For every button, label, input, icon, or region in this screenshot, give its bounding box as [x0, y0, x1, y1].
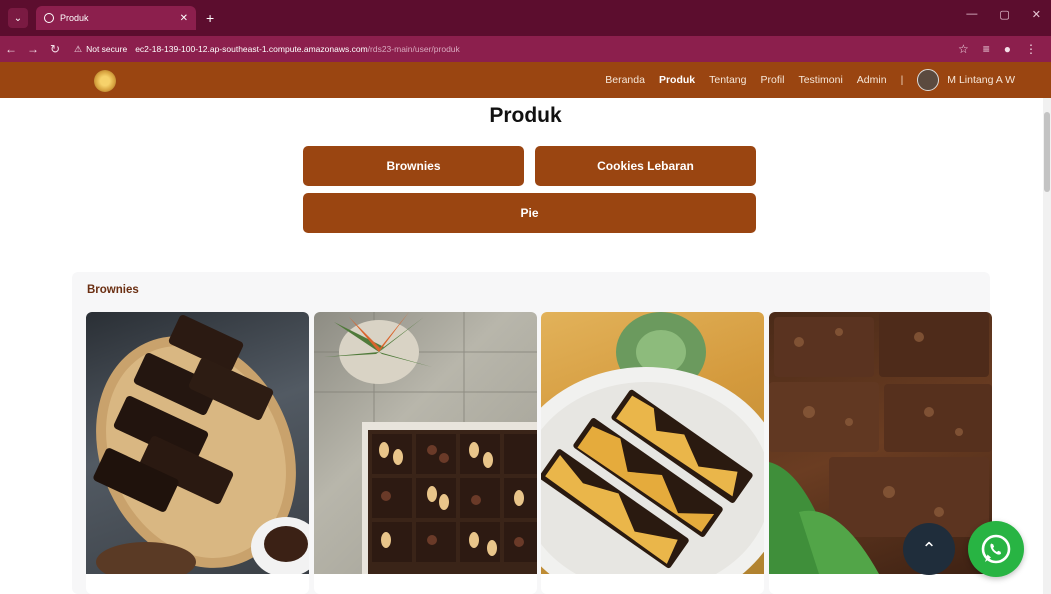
- nav-profil[interactable]: Profil: [761, 74, 785, 86]
- maximize-icon[interactable]: ▢: [999, 8, 1009, 21]
- close-window-icon[interactable]: ✕: [1032, 8, 1041, 21]
- avatar[interactable]: [917, 69, 940, 91]
- product-section-brownies: Brownies: [72, 272, 992, 594]
- nav-testimoni[interactable]: Testimoni: [798, 74, 842, 86]
- bookmark-star-icon[interactable]: ☆: [958, 42, 969, 56]
- category-button-pie[interactable]: Pie: [303, 193, 756, 233]
- nav-tentang[interactable]: Tentang: [709, 74, 746, 86]
- category-button-brownies[interactable]: Brownies: [303, 146, 524, 186]
- address-bar: ← → ↻ ⚠ Not secure ec2-18-139-100-12.ap-…: [0, 36, 1051, 62]
- product-image[interactable]: [314, 312, 537, 574]
- scroll-to-top-button[interactable]: ⌃: [903, 523, 955, 575]
- nav-separator: |: [900, 74, 904, 86]
- forward-icon[interactable]: →: [22, 42, 44, 56]
- window-controls: — ▢ ✕: [966, 8, 1041, 21]
- back-icon[interactable]: ←: [0, 42, 22, 56]
- browser-tab-strip: ⌄ Produk ✕ + — ▢ ✕: [0, 0, 1051, 36]
- product-card[interactable]: [541, 312, 764, 594]
- nav-menu: Beranda Produk Tentang Profil Testimoni …: [605, 62, 1015, 98]
- category-button-cookies-lebaran[interactable]: Cookies Lebaran: [535, 146, 756, 186]
- nav-admin[interactable]: Admin: [857, 74, 887, 86]
- nav-beranda[interactable]: Beranda: [605, 74, 645, 86]
- page-title: Produk: [489, 104, 562, 127]
- whatsapp-icon: [981, 534, 1011, 564]
- site-viewport: Beranda Produk Tentang Profil Testimoni …: [0, 62, 1051, 594]
- profile-icon[interactable]: ●: [1004, 42, 1011, 56]
- product-image[interactable]: [86, 312, 309, 574]
- product-card[interactable]: [769, 312, 992, 594]
- page-scrollbar[interactable]: [1043, 98, 1051, 594]
- top-navbar: Beranda Produk Tentang Profil Testimoni …: [0, 62, 1051, 98]
- section-title: Brownies: [87, 284, 139, 296]
- url-path: /rds23-main/user/produk: [367, 44, 460, 54]
- whatsapp-button[interactable]: [968, 521, 1024, 577]
- product-name: [769, 574, 992, 594]
- warning-icon: ⚠: [74, 43, 83, 54]
- tab-search-icon[interactable]: ⌄: [8, 8, 28, 28]
- new-tab-icon[interactable]: +: [206, 10, 214, 26]
- tab-favicon-icon: [44, 13, 54, 23]
- chevron-up-icon: ⌃: [921, 538, 937, 559]
- kebab-menu-icon[interactable]: ⋮: [1025, 42, 1037, 56]
- close-tab-icon[interactable]: ✕: [180, 13, 188, 24]
- url-input[interactable]: ⚠ Not secure ec2-18-139-100-12.ap-southe…: [74, 39, 958, 59]
- url-host: ec2-18-139-100-12.ap-southeast-1.compute…: [135, 44, 368, 54]
- tab-title: Produk: [60, 13, 89, 23]
- media-controls-icon[interactable]: ≡: [983, 42, 990, 56]
- product-card[interactable]: [86, 312, 309, 594]
- product-image[interactable]: [541, 312, 764, 574]
- reload-icon[interactable]: ↻: [44, 42, 66, 56]
- minimize-icon[interactable]: —: [966, 8, 977, 21]
- not-secure-label: Not secure: [86, 44, 128, 54]
- product-card[interactable]: [314, 312, 537, 594]
- user-name[interactable]: M Lintang A W: [947, 74, 1015, 86]
- browser-tab[interactable]: Produk ✕: [36, 6, 196, 30]
- brand-logo[interactable]: [94, 70, 116, 92]
- product-name: [314, 574, 537, 594]
- product-name: [541, 574, 764, 594]
- product-name: [86, 574, 309, 594]
- product-image[interactable]: [769, 312, 992, 574]
- nav-produk[interactable]: Produk: [659, 74, 695, 86]
